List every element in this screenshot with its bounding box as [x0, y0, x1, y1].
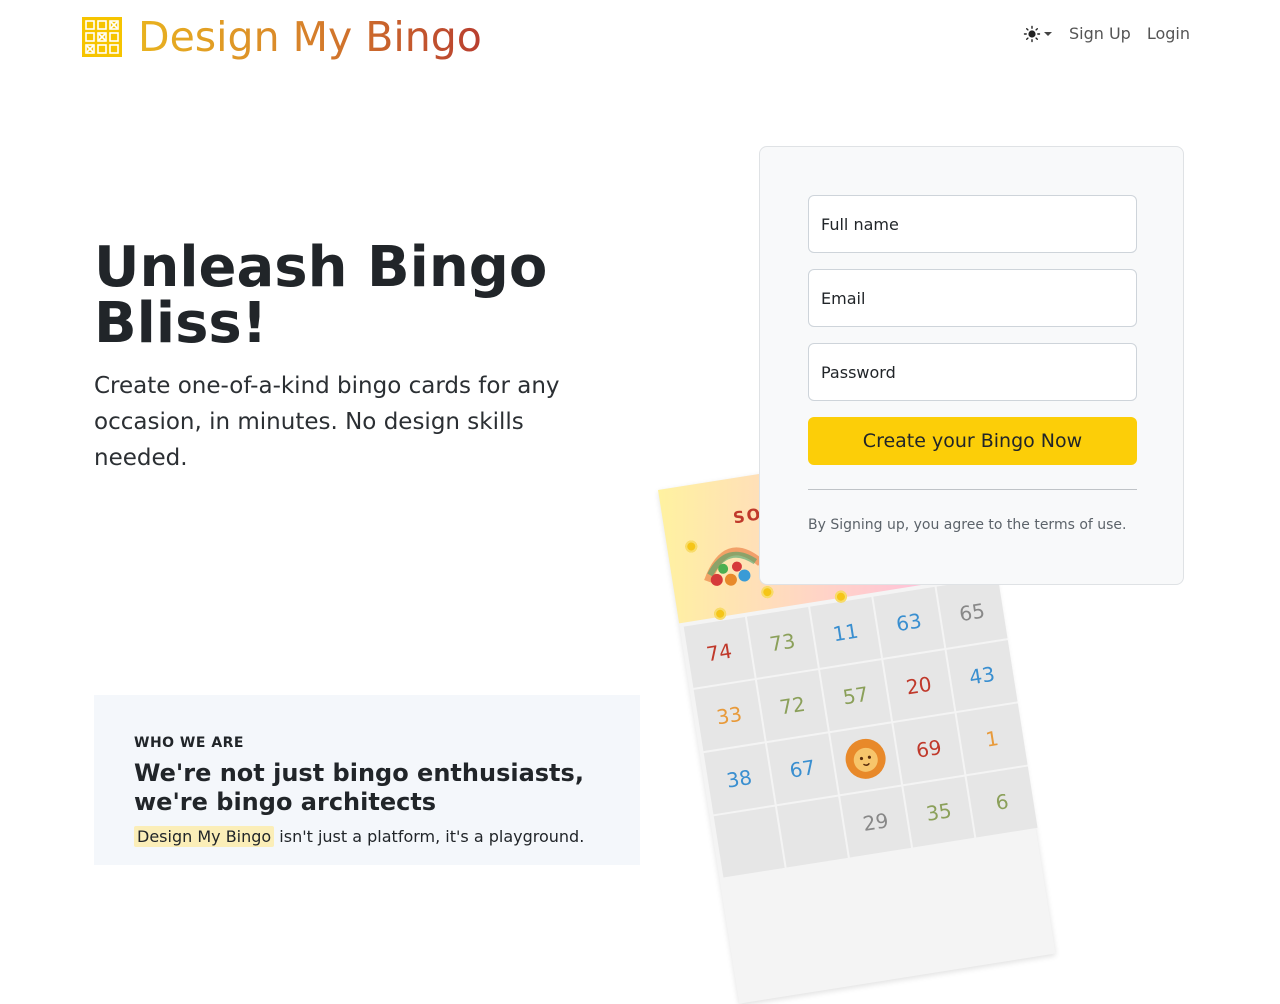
card-cell: 11	[810, 596, 882, 668]
bingo-grid-logo-icon	[82, 17, 122, 57]
theme-toggle[interactable]	[1023, 25, 1053, 43]
who-we-are-section: WHO WE ARE We're not just bingo enthusia…	[94, 695, 640, 865]
card-cell: 57	[820, 660, 892, 732]
card-cell: 67	[766, 733, 838, 805]
card-cell: 63	[873, 586, 945, 658]
top-nav: Sign Up Login	[1023, 24, 1190, 43]
signup-link[interactable]: Sign Up	[1069, 24, 1131, 43]
sun-icon	[1023, 25, 1041, 42]
card-cell: 74	[683, 616, 755, 688]
card-number-grid: 74 73 11 63 65 33 72 57 20 43 38 67 69 1	[679, 573, 1038, 882]
card-cell: 65	[936, 576, 1008, 648]
signup-panel: Create your Bingo Now By Signing up, you…	[759, 146, 1184, 585]
hero-title: Unleash Bingo Bliss!	[94, 235, 548, 356]
brand-highlight: Design My Bingo	[134, 826, 275, 847]
caret-down-icon	[1043, 31, 1052, 36]
password-input[interactable]	[808, 343, 1137, 401]
card-cell: 72	[756, 670, 828, 742]
card-cell: 38	[703, 743, 775, 815]
brand-name: Design My Bingo	[138, 13, 482, 61]
card-cell: 43	[946, 640, 1018, 712]
card-cell: 73	[746, 606, 818, 678]
create-bingo-button[interactable]: Create your Bingo Now	[808, 417, 1137, 465]
lion-icon	[845, 738, 886, 779]
email-input[interactable]	[808, 269, 1137, 327]
card-cell: 1	[956, 703, 1028, 775]
login-link[interactable]: Login	[1147, 24, 1190, 43]
hero-subtitle: Create one-of-a-kind bingo cards for any…	[94, 373, 560, 471]
card-cell	[776, 796, 848, 868]
card-center-cell	[830, 723, 902, 795]
brand-logo-link[interactable]: Design My Bingo	[82, 14, 482, 60]
card-cell: 35	[903, 776, 975, 848]
card-cell: 69	[893, 713, 965, 785]
terms-text: By Signing up, you agree to the terms of…	[808, 517, 1127, 533]
coin-decoration	[760, 585, 775, 600]
card-cell: 20	[883, 650, 955, 722]
section-eyebrow: WHO WE ARE	[134, 735, 244, 751]
card-cell: 29	[840, 786, 912, 858]
section-text: Design My Bingo isn't just a platform, i…	[134, 825, 600, 849]
card-cell	[713, 806, 785, 878]
full-name-input[interactable]	[808, 195, 1137, 253]
section-text-rest: isn't just a platform, it's a playground…	[274, 827, 585, 846]
card-cell: 33	[693, 680, 765, 752]
divider	[808, 489, 1137, 490]
card-cell: 6	[966, 766, 1038, 838]
section-title: We're not just bingo enthusiasts, we're …	[134, 759, 584, 816]
